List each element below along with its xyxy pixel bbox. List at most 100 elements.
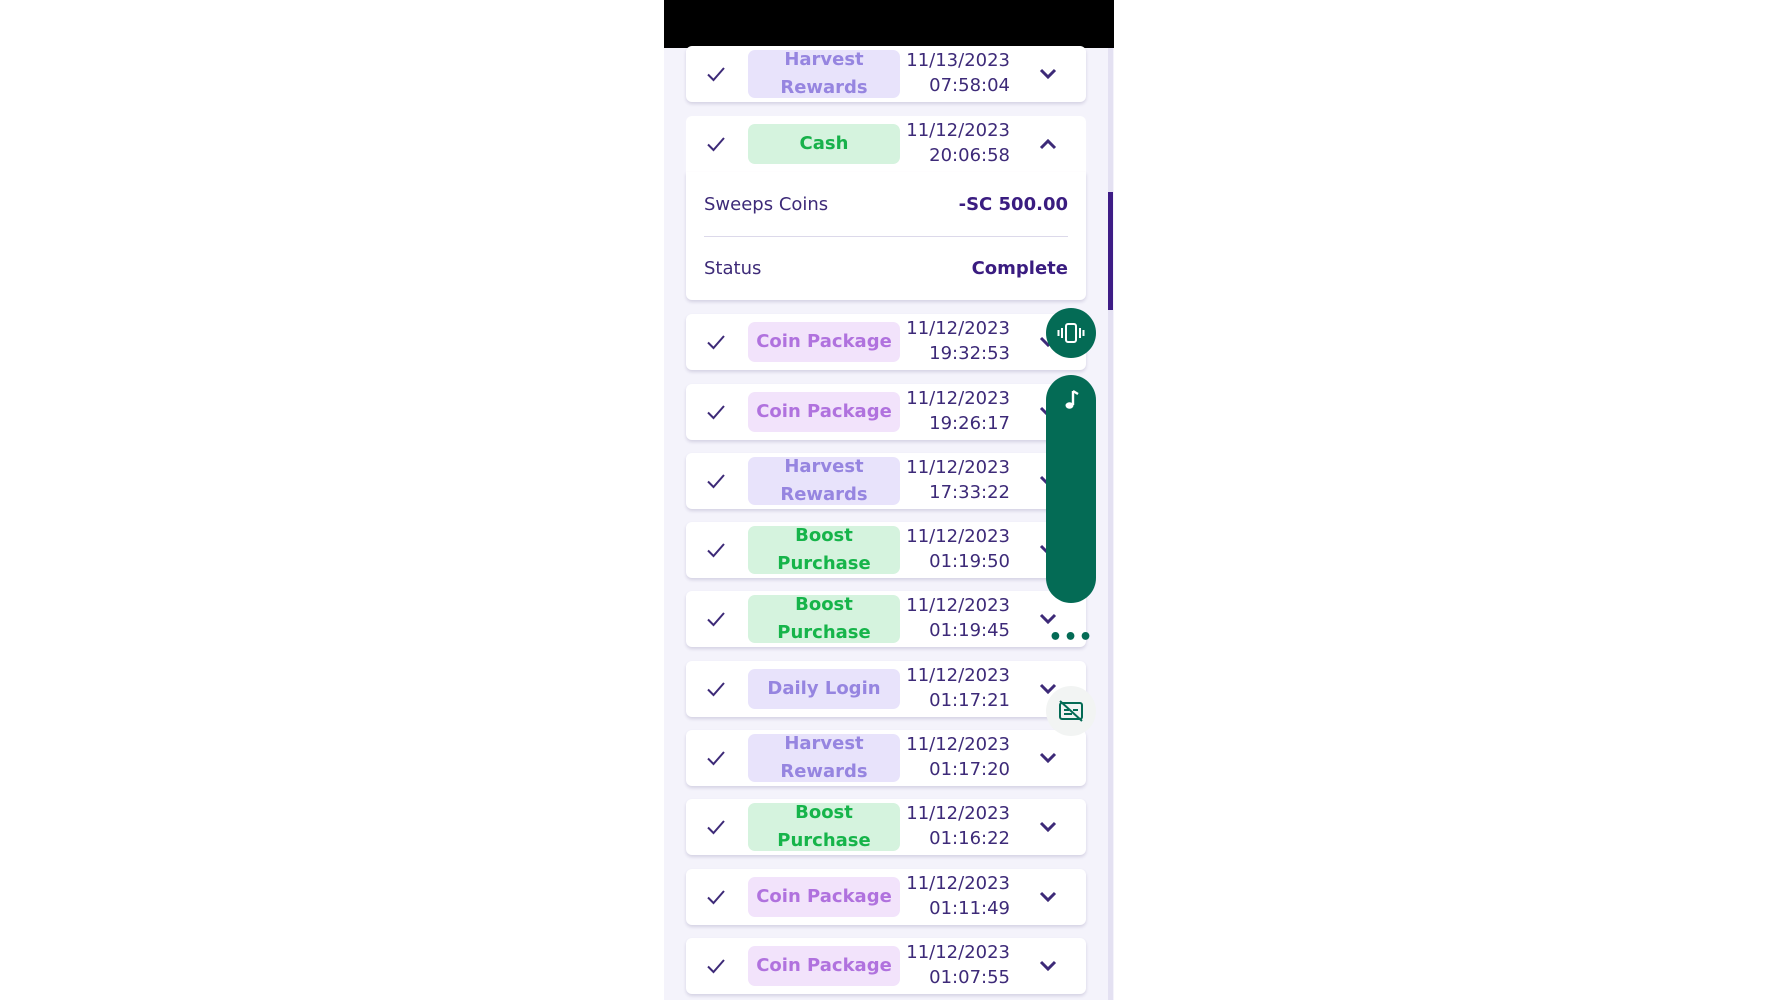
check-icon: [707, 405, 725, 420]
chevron-down-icon[interactable]: [1038, 748, 1058, 768]
check-icon: [707, 137, 725, 152]
check-icon: [707, 751, 725, 766]
music-note-icon: [1065, 389, 1079, 409]
check-icon: [707, 67, 725, 82]
type-line-1: Coin Package: [756, 955, 892, 976]
check-icon: [707, 335, 725, 350]
more-dots-icon: •••: [1048, 624, 1094, 650]
date: 11/12/2023: [906, 873, 1010, 894]
type-chip: Daily Login: [748, 669, 900, 709]
check-icon: [707, 890, 725, 905]
check-icon: [707, 682, 725, 697]
vibrate-button[interactable]: [1046, 308, 1096, 358]
timestamp: 11/12/2023 01:19:45: [900, 593, 1010, 643]
currency-label: Sweeps Coins: [704, 194, 829, 215]
transaction-row[interactable]: Boost Purchase 11/12/2023 01:19:50: [686, 522, 1086, 578]
date: 11/13/2023: [906, 50, 1010, 71]
timestamp: 11/12/2023 19:26:17: [900, 386, 1010, 436]
timestamp: 11/12/2023 20:06:58: [900, 118, 1010, 168]
time: 01:17:21: [929, 690, 1010, 711]
transaction-row-expanded[interactable]: Cash 11/12/2023 20:06:58: [686, 116, 1086, 172]
time: 07:58:04: [929, 75, 1010, 96]
chevron-down-icon[interactable]: [1038, 956, 1058, 976]
type-line-2: Rewards: [780, 761, 868, 782]
type-chip: Coin Package: [748, 877, 900, 917]
timestamp: 11/12/2023 17:33:22: [900, 455, 1010, 505]
type-line-2: Purchase: [777, 622, 871, 643]
chevron-up-icon[interactable]: [1038, 134, 1058, 154]
date: 11/12/2023: [906, 942, 1010, 963]
date: 11/12/2023: [906, 803, 1010, 824]
timestamp: 11/13/2023 07:58:04: [900, 48, 1010, 98]
time: 01:19:50: [929, 551, 1010, 572]
time: 01:19:45: [929, 620, 1010, 641]
chevron-down-icon[interactable]: [1038, 64, 1058, 84]
captions-toggle-button[interactable]: [1046, 686, 1096, 736]
date: 11/12/2023: [906, 665, 1010, 686]
type-line-2: Purchase: [777, 830, 871, 851]
transaction-row[interactable]: Coin Package 11/12/2023 01:07:55: [686, 938, 1086, 994]
type-chip: Coin Package: [748, 946, 900, 986]
type-chip: Harvest Rewards: [748, 49, 900, 98]
chevron-down-icon[interactable]: [1038, 817, 1058, 837]
type-line-1: Boost: [795, 802, 853, 823]
type-chip: Harvest Rewards: [748, 456, 900, 505]
timestamp: 11/12/2023 01:19:50: [900, 524, 1010, 574]
timestamp: 11/12/2023 01:16:22: [900, 801, 1010, 851]
type-chip: Coin Package: [748, 392, 900, 432]
time: 17:33:22: [929, 482, 1010, 503]
type-chip: Boost Purchase: [748, 594, 900, 643]
transaction-row[interactable]: Boost Purchase 11/12/2023 01:16:22: [686, 799, 1086, 855]
time: 01:17:20: [929, 759, 1010, 780]
check-icon: [707, 612, 725, 627]
check-icon: [707, 543, 725, 558]
captions-off-icon: [1059, 700, 1083, 722]
date: 11/12/2023: [906, 526, 1010, 547]
amount-value: -SC 500.00: [958, 194, 1068, 215]
type-chip: Cash: [748, 124, 900, 164]
type-chip: Boost Purchase: [748, 802, 900, 851]
transaction-row[interactable]: Boost Purchase 11/12/2023 01:19:45: [686, 591, 1086, 647]
transaction-row[interactable]: Daily Login 11/12/2023 01:17:21: [686, 661, 1086, 717]
type-line-1: Boost: [795, 594, 853, 615]
check-icon: [707, 959, 725, 974]
date: 11/12/2023: [906, 388, 1010, 409]
type-line-2: Rewards: [780, 77, 868, 98]
check-icon: [707, 474, 725, 489]
scrollbar-track[interactable]: [1108, 48, 1113, 1000]
type-chip: Boost Purchase: [748, 525, 900, 574]
status-label: Status: [704, 258, 762, 279]
type-chip: Coin Package: [748, 322, 900, 362]
time: 19:32:53: [929, 343, 1010, 364]
transaction-row[interactable]: Harvest Rewards 11/13/2023 07:58:04: [686, 46, 1086, 102]
phone-screen: Harvest Rewards 11/13/2023 07:58:04 Cash 1…: [664, 0, 1114, 1000]
type-chip: Harvest Rewards: [748, 733, 900, 782]
transaction-row[interactable]: Coin Package 11/12/2023 19:32:53: [686, 314, 1086, 370]
date: 11/12/2023: [906, 457, 1010, 478]
timestamp: 11/12/2023 01:11:49: [900, 871, 1010, 921]
time: 01:16:22: [929, 828, 1010, 849]
type-line-2: Rewards: [780, 484, 868, 505]
timestamp: 11/12/2023 01:17:20: [900, 732, 1010, 782]
transaction-row[interactable]: Coin Package 11/12/2023 01:11:49: [686, 869, 1086, 925]
music-volume-slider[interactable]: [1046, 375, 1096, 603]
transaction-row[interactable]: Harvest Rewards 11/12/2023 17:33:22: [686, 453, 1086, 509]
vibrate-icon: [1057, 323, 1085, 343]
check-icon: [707, 820, 725, 835]
date: 11/12/2023: [906, 318, 1010, 339]
chevron-down-icon[interactable]: [1038, 887, 1058, 907]
divider: [704, 236, 1068, 237]
date: 11/12/2023: [906, 120, 1010, 141]
more-button[interactable]: •••: [1046, 622, 1096, 652]
scrollbar-thumb[interactable]: [1108, 192, 1113, 310]
transaction-row[interactable]: Coin Package 11/12/2023 19:26:17: [686, 384, 1086, 440]
time: 20:06:58: [929, 145, 1010, 166]
time: 01:07:55: [929, 967, 1010, 988]
transaction-row[interactable]: Harvest Rewards 11/12/2023 01:17:20: [686, 730, 1086, 786]
type-line-1: Harvest: [784, 456, 864, 477]
status-value: Complete: [971, 258, 1068, 279]
type-line-1: Cash: [799, 133, 849, 154]
type-line-1: Harvest: [784, 733, 864, 754]
type-line-1: Coin Package: [756, 331, 892, 352]
type-line-1: Daily Login: [767, 678, 881, 699]
